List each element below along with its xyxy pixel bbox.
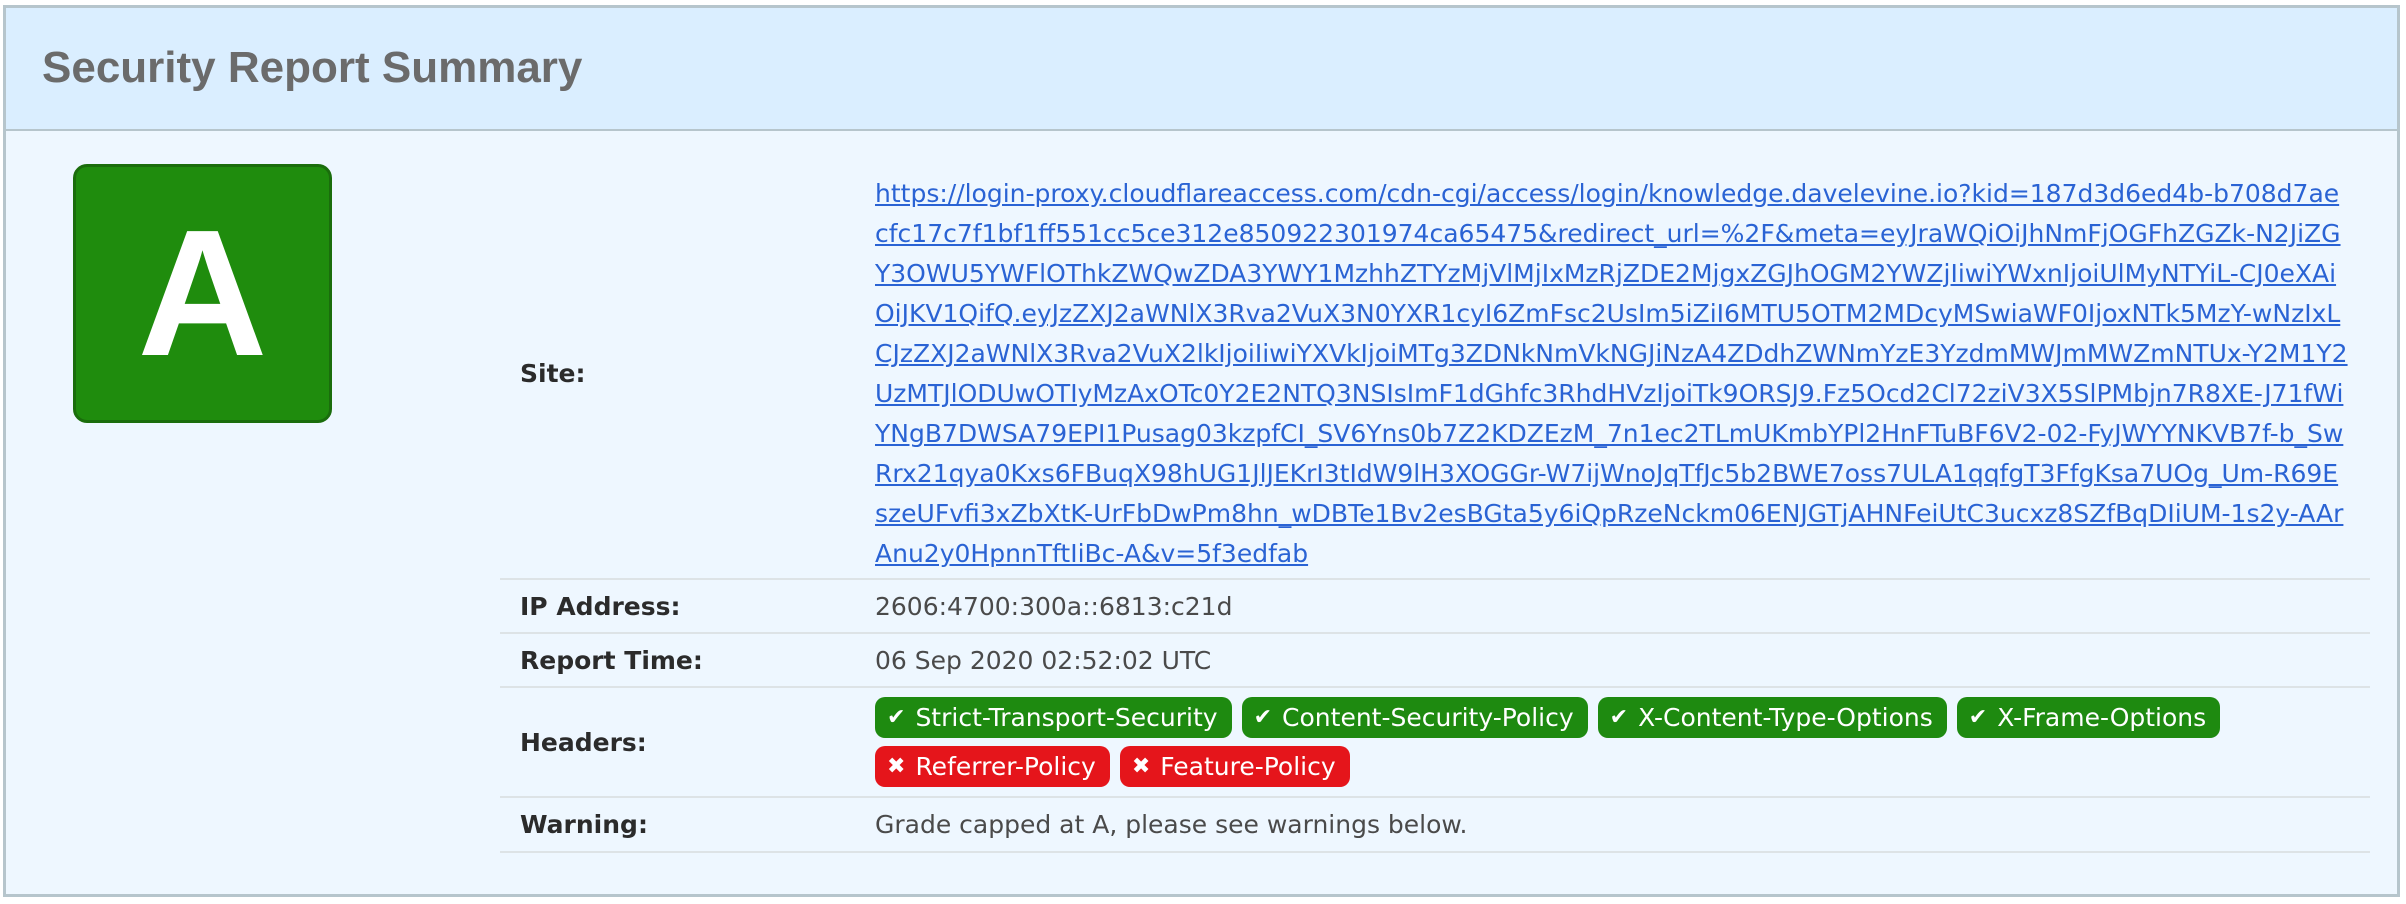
check-icon: ✔ (1968, 705, 1988, 730)
header-badge-label: X-Frame-Options (1997, 703, 2207, 732)
ip-address-label: IP Address: (520, 591, 681, 621)
header-badge-x-frame-options: ✔ X-Frame-Options (1956, 697, 2221, 738)
headers-label: Headers: (520, 727, 647, 757)
header-badge-x-content-type-options: ✔ X-Content-Type-Options (1597, 697, 1947, 738)
check-icon: ✔ (1253, 705, 1273, 730)
cross-icon: ✖ (887, 754, 906, 779)
report-time-value: 06 Sep 2020 02:52:02 UTC (875, 645, 1212, 675)
header-badge-label: Feature-Policy (1160, 752, 1336, 781)
panel-header: Security Report Summary (6, 8, 2397, 131)
check-icon: ✔ (887, 705, 906, 730)
header-badge-referrer-policy: ✖ Referrer-Policy (875, 746, 1110, 787)
header-badges: ✔ Strict-Transport-Security ✔ Content-Se… (875, 697, 2295, 787)
header-badge-label: X-Content-Type-Options (1638, 703, 1933, 732)
site-value: https://login-proxy.cloudflareaccess.com… (875, 172, 2370, 574)
warning-value: Grade capped at A, please see warnings b… (875, 810, 1468, 839)
site-row: Site: https://login-proxy.cloudflareacce… (500, 168, 2370, 580)
warning-label: Warning: (520, 810, 648, 839)
header-badge-label: Strict-Transport-Security (915, 703, 1218, 732)
headers-value: ✔ Strict-Transport-Security ✔ Content-Se… (875, 697, 2370, 787)
site-link[interactable]: https://login-proxy.cloudflareaccess.com… (875, 172, 2350, 574)
headers-row: Headers: ✔ Strict-Transport-Security ✔ C… (500, 688, 2370, 798)
ip-address-value: 2606:4700:300a::6813:c21d (875, 591, 1233, 621)
report-time-label: Report Time: (520, 645, 703, 675)
grade-badge: A (73, 164, 332, 423)
panel-title: Security Report Summary (42, 43, 583, 92)
check-icon: ✔ (1609, 705, 1629, 730)
header-badge-feature-policy: ✖ Feature-Policy (1119, 746, 1350, 787)
ip-address-row: IP Address: 2606:4700:300a::6813:c21d (500, 580, 2370, 634)
header-badge-strict-transport-security: ✔ Strict-Transport-Security (875, 697, 1232, 738)
cross-icon: ✖ (1131, 754, 1151, 779)
report-table: Site: https://login-proxy.cloudflareacce… (500, 168, 2370, 853)
site-label: Site: (520, 358, 586, 388)
report-time-row: Report Time: 06 Sep 2020 02:52:02 UTC (500, 634, 2370, 688)
header-badge-content-security-policy: ✔ Content-Security-Policy (1241, 697, 1588, 738)
header-badge-label: Referrer-Policy (915, 752, 1096, 781)
warning-row: Warning: Grade capped at A, please see w… (500, 798, 2370, 853)
header-badge-label: Content-Security-Policy (1282, 703, 1574, 732)
